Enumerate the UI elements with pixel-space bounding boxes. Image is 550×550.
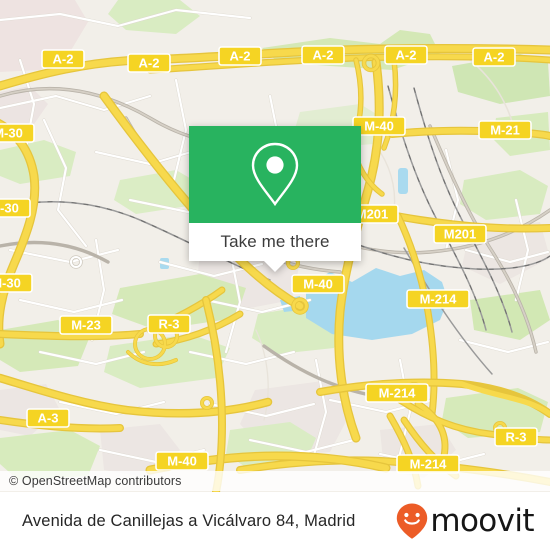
callout-pin-area	[189, 126, 361, 223]
road-shield-label: M-40	[167, 454, 197, 469]
road-shield-label: A-2	[53, 52, 74, 67]
road-shield-label: A-2	[230, 49, 251, 64]
map-page: .mw { stroke:#f7d94c; stroke-linecap:rou…	[0, 0, 550, 550]
moovit-logo[interactable]: moovit	[395, 502, 550, 540]
road-shield-label: A-2	[139, 56, 160, 71]
road-shield-label: M-21	[490, 123, 520, 138]
road-shield: R-3	[494, 427, 538, 447]
location-pin-icon	[251, 142, 299, 206]
take-me-there-callout[interactable]: Take me there	[189, 126, 361, 272]
road-shield: M-30	[0, 123, 35, 143]
road-shield-label: M-214	[379, 386, 417, 401]
take-me-there-label: Take me there	[220, 232, 330, 251]
road-shield-label: M-214	[410, 457, 448, 472]
road-shield: A-3	[26, 408, 70, 428]
road-shield-label: M-30	[0, 201, 19, 216]
road-shield-label: M-214	[420, 292, 458, 307]
road-shield-label: R-3	[506, 430, 527, 445]
callout-pointer	[264, 261, 286, 272]
road-shield: A-2	[218, 46, 262, 66]
road-shield: A-2	[41, 49, 85, 69]
road-shield: M-40	[155, 451, 209, 471]
road-shield-label: A-2	[313, 48, 334, 63]
road-shield-label: M-30	[0, 276, 21, 291]
road-shield: M-23	[59, 315, 113, 335]
road-shield: M201	[433, 224, 487, 244]
road-shield-label: A-2	[396, 48, 417, 63]
road-shield: A-2	[384, 45, 428, 65]
address-label: Avenida de Canillejas a Vicálvaro 84, Ma…	[22, 511, 356, 530]
road-shield-label: M-30	[0, 126, 23, 141]
moovit-pin-icon	[397, 503, 428, 539]
road-shield-label: R-3	[159, 317, 180, 332]
road-shield: A-2	[472, 47, 516, 67]
road-shield: M-214	[365, 383, 429, 403]
map-attribution: © OpenStreetMap contributors	[0, 471, 550, 491]
road-shield: M-214	[406, 289, 470, 309]
callout-action-area[interactable]: Take me there	[189, 223, 361, 272]
road-shield: M-30	[0, 198, 31, 218]
attribution-text: © OpenStreetMap contributors	[9, 474, 182, 488]
road-shield: M-40	[291, 274, 345, 294]
moovit-wordmark: moovit	[430, 502, 534, 539]
road-shield-label: M201	[444, 227, 477, 242]
road-shield-label: M-23	[71, 318, 101, 333]
road-shield: R-3	[147, 314, 191, 334]
road-shield-label: M-40	[303, 277, 333, 292]
road-shield: A-2	[301, 45, 345, 65]
road-shield: M-30	[0, 273, 33, 293]
road-shield-label: A-2	[484, 50, 505, 65]
road-shield: M-21	[478, 120, 532, 140]
road-shield: A-2	[127, 53, 171, 73]
road-shield-label: M-40	[364, 119, 394, 134]
road-shield-label: A-3	[38, 411, 59, 426]
footer-bar: Avenida de Canillejas a Vicálvaro 84, Ma…	[0, 492, 550, 550]
